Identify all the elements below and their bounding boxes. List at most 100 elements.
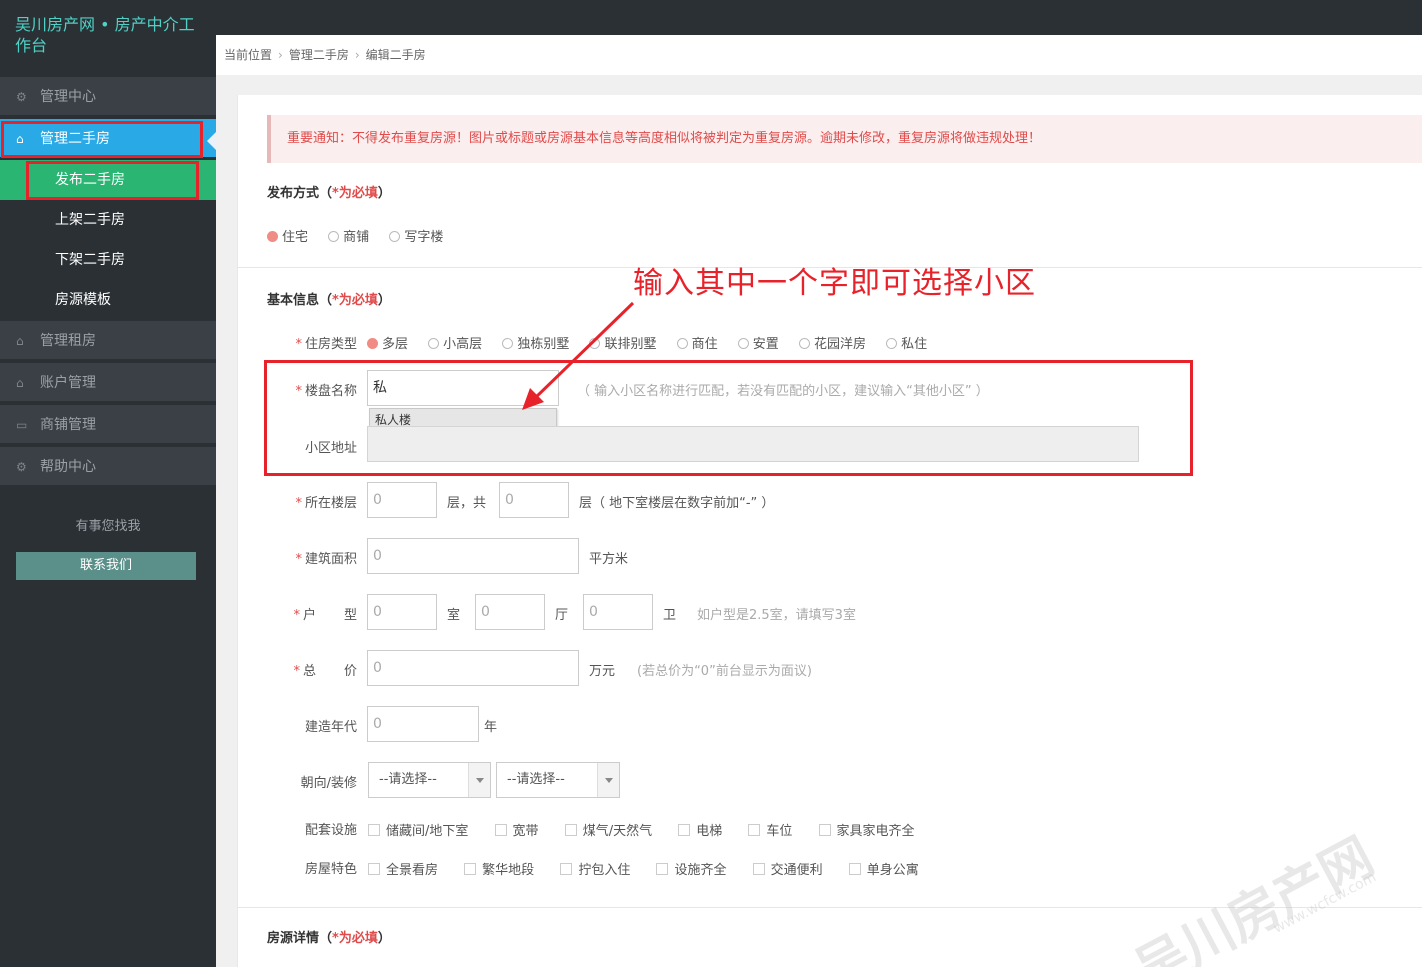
radio-type-garden[interactable]: 花园洋房 xyxy=(798,333,866,352)
notice-banner: 重要通知：不得发布重复房源！图片或标题或房源基本信息等高度相似将被判定为重复房源… xyxy=(267,115,1422,163)
radio-label: 联排别墅 xyxy=(604,337,657,352)
radio-dot xyxy=(737,338,749,349)
contact-us-button[interactable]: 联系我们 xyxy=(16,552,196,580)
gear-icon: ⚙ xyxy=(16,90,27,104)
checkbox-box xyxy=(560,863,573,875)
radio-dot xyxy=(589,338,601,349)
checkbox-move-in-ready[interactable]: 拧包入住 xyxy=(560,859,630,878)
sidebar-subitem-template[interactable]: 房源模板 xyxy=(0,280,216,320)
sidebar-item-manage-secondhand[interactable]: ⌂ 管理二手房 xyxy=(0,119,216,159)
section-title-close: ） xyxy=(377,186,391,201)
radio-type-resettlement[interactable]: 安置 xyxy=(737,333,779,352)
layout-hint: 如户型是2.5室，请填写3室 xyxy=(697,608,856,623)
checkbox-gas[interactable]: 煤气/天然气 xyxy=(564,820,653,839)
checkbox-panorama[interactable]: 全景看房 xyxy=(368,859,438,878)
total-floor-input[interactable]: 0 xyxy=(499,482,569,518)
orientation-select[interactable]: --请选择-- xyxy=(368,762,491,798)
bath-unit: 卫 xyxy=(663,608,677,623)
label-estate-name: * 楼盘名称 xyxy=(295,384,357,399)
radio-type-private[interactable]: 私住 xyxy=(886,333,927,352)
halls-input[interactable]: 0 xyxy=(475,594,545,630)
checkbox-label: 煤气/天然气 xyxy=(582,824,653,839)
radio-office[interactable]: 写字楼 xyxy=(389,226,443,245)
checkbox-box xyxy=(656,863,669,875)
radio-type-villa[interactable]: 独栋别墅 xyxy=(502,333,569,352)
radio-label: 写字楼 xyxy=(404,230,444,245)
publish-type-radio-group: 住宅 商铺 写字楼 xyxy=(267,226,459,245)
floor-hint: 层（ 地下室楼层在数字前加“-” ） xyxy=(579,496,775,511)
checkbox-box xyxy=(368,863,380,875)
baths-input[interactable]: 0 xyxy=(583,594,653,630)
radio-type-multistory[interactable]: 多层 xyxy=(367,333,408,352)
estate-name-input[interactable]: 私 xyxy=(367,370,559,406)
checkbox-prime-location[interactable]: 繁华地段 xyxy=(464,859,534,878)
sidebar-item-shop[interactable]: ▭ 商铺管理 xyxy=(0,405,216,445)
select-value: --请选择-- xyxy=(507,772,565,787)
radio-dot xyxy=(428,338,440,349)
area-input[interactable]: 0 xyxy=(367,538,579,574)
sidebar-item-account[interactable]: ⌂ 账户管理 xyxy=(0,363,216,403)
radio-type-townhouse[interactable]: 联排别墅 xyxy=(589,333,656,352)
radio-residential[interactable]: 住宅 xyxy=(267,226,308,245)
radio-dot xyxy=(367,338,378,349)
sidebar-item-help[interactable]: ⚙ 帮助中心 xyxy=(0,447,216,487)
section-title-text: 发布方式（ xyxy=(267,186,333,201)
radio-label: 安置 xyxy=(752,337,779,352)
sidebar-item-label: 管理中心 xyxy=(40,89,96,105)
checkbox-furnished[interactable]: 家具家电齐全 xyxy=(818,820,915,839)
checkbox-elevator[interactable]: 电梯 xyxy=(678,820,722,839)
breadcrumb-item: 当前位置 xyxy=(224,48,273,62)
sidebar-item-label: 管理二手房 xyxy=(40,131,110,147)
checkbox-label: 储藏间/地下室 xyxy=(386,824,469,839)
sidebar-item-label: 帮助中心 xyxy=(40,459,96,475)
checkbox-label: 设施齐全 xyxy=(674,863,727,878)
radio-dot xyxy=(502,338,514,349)
sidebar-item-manage-rental[interactable]: ⌂ 管理租房 xyxy=(0,321,216,361)
section-title-details: 房源详情（*为必填） xyxy=(267,927,391,946)
checkbox-transport[interactable]: 交通便利 xyxy=(752,859,823,878)
checkbox-label: 全景看房 xyxy=(386,863,439,878)
price-unit: 万元 xyxy=(589,664,616,679)
chevron-down-icon xyxy=(468,763,490,797)
radio-shop[interactable]: 商铺 xyxy=(328,226,369,245)
radio-type-commercial-res[interactable]: 商住 xyxy=(676,333,718,352)
checkbox-box xyxy=(464,863,477,875)
sidebar: 吴川房产网 • 房产中介工作台 ⚙ 管理中心 ⌂ 管理二手房 发布二手房 上架二… xyxy=(0,0,216,967)
checkbox-box xyxy=(818,824,831,836)
radio-type-midrise[interactable]: 小高层 xyxy=(428,333,482,352)
sidebar-item-label: 账户管理 xyxy=(40,375,96,391)
checkbox-single-apartment[interactable]: 单身公寓 xyxy=(848,859,919,878)
price-input[interactable]: 0 xyxy=(367,650,579,686)
chevron-down-icon xyxy=(597,763,619,797)
breadcrumb-item[interactable]: 管理二手房 xyxy=(289,48,349,62)
checkbox-storage[interactable]: 储藏间/地下室 xyxy=(368,820,468,839)
radio-label: 多层 xyxy=(382,337,409,352)
required-note: *为必填 xyxy=(332,293,378,308)
breadcrumb: 当前位置 › 管理二手房 › 编辑二手房 xyxy=(216,35,1422,75)
checkbox-label: 单身公寓 xyxy=(866,863,919,878)
year-input[interactable]: 0 xyxy=(367,706,479,742)
radio-label: 花园洋房 xyxy=(813,337,866,352)
radio-dot xyxy=(389,231,401,242)
rooms-input[interactable]: 0 xyxy=(367,594,437,630)
sidebar-subitem-listed[interactable]: 上架二手房 xyxy=(0,200,216,240)
sidebar-subitem-publish[interactable]: 发布二手房 xyxy=(0,160,216,200)
hall-unit: 厅 xyxy=(555,608,569,623)
label-year: 建造年代 xyxy=(304,720,357,735)
card-icon: ▭ xyxy=(16,418,28,432)
decoration-select[interactable]: --请选择-- xyxy=(496,762,620,798)
floor-input[interactable]: 0 xyxy=(367,482,437,518)
sidebar-item-management-center[interactable]: ⚙ 管理中心 xyxy=(0,77,216,117)
breadcrumb-item: 编辑二手房 xyxy=(365,48,426,62)
radio-label: 商铺 xyxy=(343,230,370,245)
sidebar-subitem-delisted[interactable]: 下架二手房 xyxy=(0,240,216,280)
radio-dot xyxy=(328,231,340,242)
floor-mid-text: 层，共 xyxy=(447,496,487,511)
checkbox-parking[interactable]: 车位 xyxy=(748,820,792,839)
checkbox-full-amenities[interactable]: 设施齐全 xyxy=(656,859,726,878)
checkbox-broadband[interactable]: 宽带 xyxy=(494,820,539,839)
checkbox-label: 车位 xyxy=(766,824,793,839)
checkbox-box xyxy=(748,824,761,836)
label-price: * 总价 xyxy=(293,664,357,679)
section-title-basic: 基本信息（*为必填） xyxy=(267,289,391,308)
